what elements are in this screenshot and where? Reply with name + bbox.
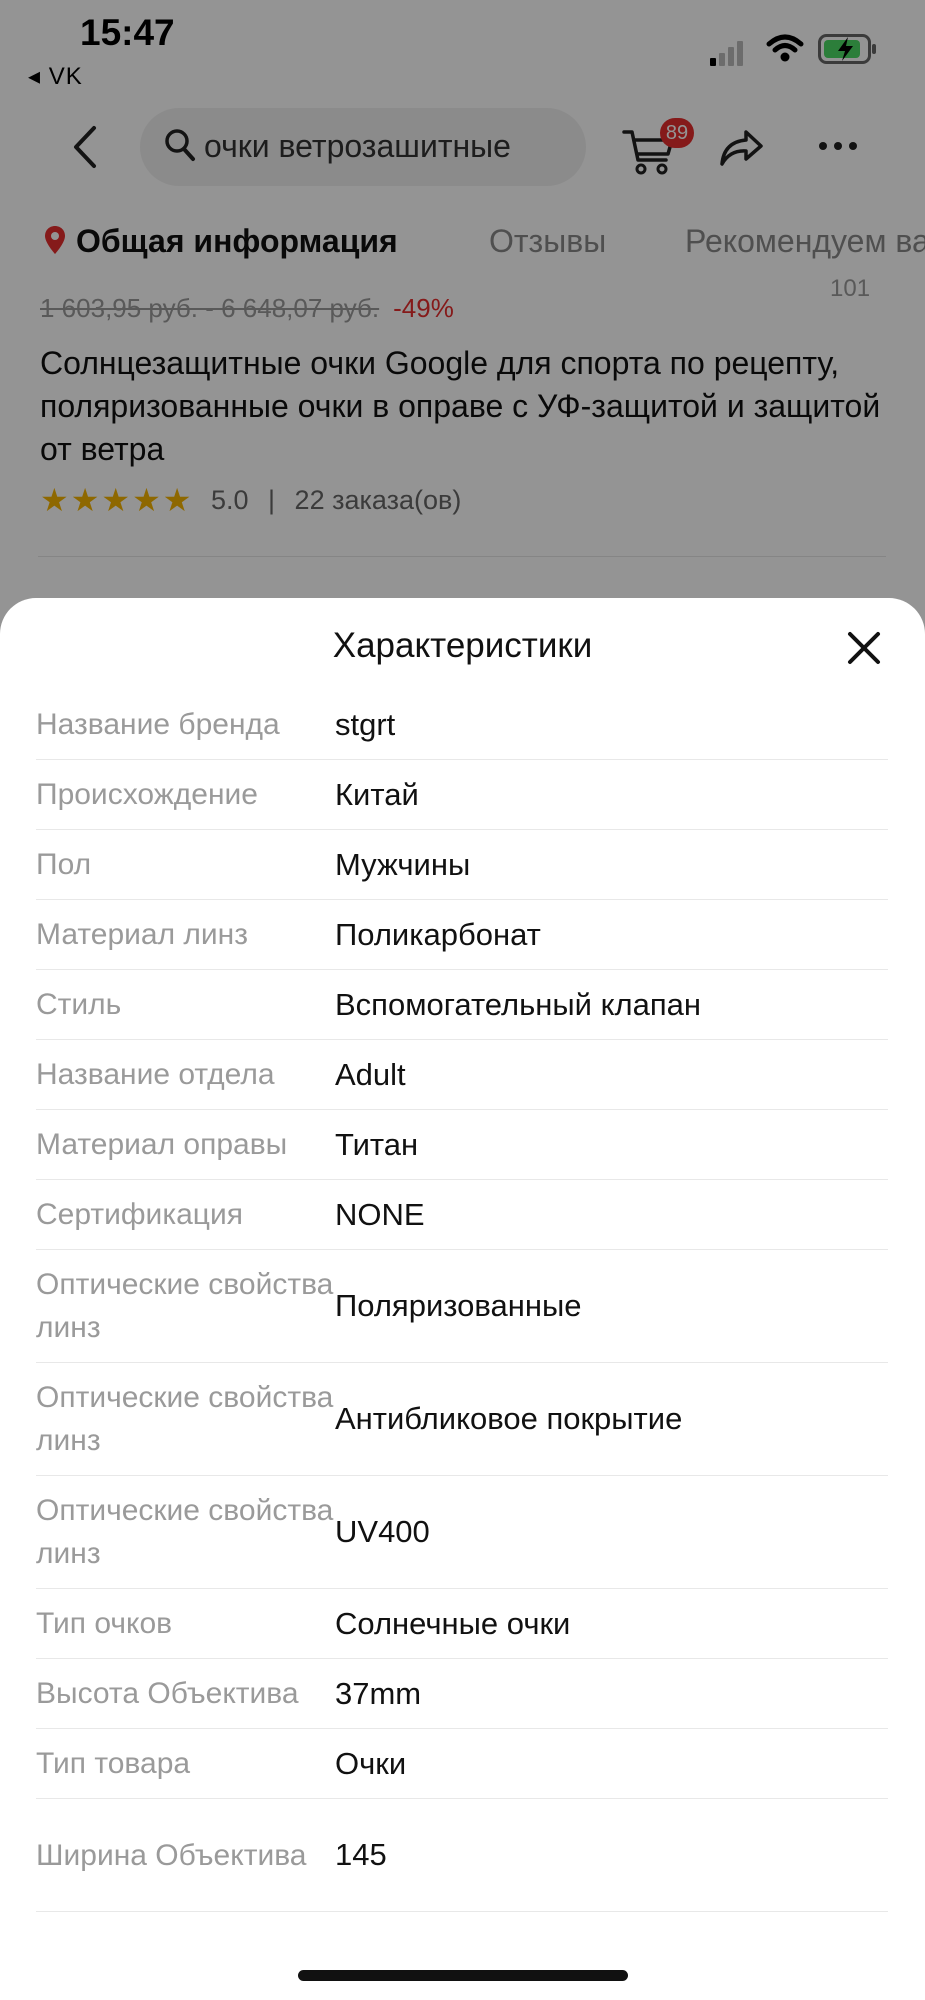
home-indicator[interactable] [298, 1970, 628, 1981]
spec-value: Титан [335, 1126, 419, 1162]
spec-row: Материал линз Поликарбонат [36, 900, 888, 970]
spec-key: Происхождение [36, 778, 258, 811]
spec-value: Adult [335, 1056, 406, 1092]
spec-value: NONE [335, 1196, 425, 1232]
spec-row: Ширина Объектива 145 [36, 1799, 888, 1912]
spec-key: Оптические свойства линз [36, 1381, 334, 1457]
spec-row: Оптические свойства линз UV400 [36, 1476, 888, 1589]
specs-list: Название бренда stgrt Происхождение Китай … [36, 690, 888, 1912]
spec-key: Название отдела [36, 1058, 275, 1091]
spec-row: Пол Мужчины [36, 830, 888, 900]
spec-row: Материал оправы Титан [36, 1110, 888, 1180]
close-icon[interactable] [844, 628, 884, 668]
spec-value: Очки [335, 1745, 407, 1781]
spec-row: Название бренда stgrt [36, 690, 888, 760]
spec-value: Китай [335, 776, 419, 812]
spec-row: Оптические свойства линз Антибликовое пок… [36, 1363, 888, 1476]
spec-value: Антибликовое покрытие [335, 1401, 683, 1436]
spec-value: stgrt [335, 706, 396, 742]
spec-row: Стиль Вспомогательный клапан [36, 970, 888, 1040]
spec-key: Высота Объектива [36, 1677, 299, 1710]
spec-row: Тип очков Солнечные очки [36, 1589, 888, 1659]
spec-key: Пол [36, 848, 92, 881]
spec-row: Тип товара Очки [36, 1729, 888, 1799]
spec-key: Тип товара [36, 1747, 191, 1780]
spec-value: Вспомогательный клапан [335, 986, 701, 1022]
spec-key: Стиль [36, 988, 122, 1021]
specs-bottom-sheet: Характеристики Название бренда stgrt Прои… [0, 598, 925, 2000]
spec-value: Поляризованные [335, 1288, 582, 1323]
spec-row: Высота Объектива 37mm [36, 1659, 888, 1729]
spec-value: Поликарбонат [335, 916, 541, 952]
spec-key: Тип очков [36, 1607, 173, 1640]
spec-key: Оптические свойства линз [36, 1494, 334, 1570]
spec-row: Оптические свойства линз Поляризованные [36, 1250, 888, 1363]
spec-key: Сертификация [36, 1198, 243, 1231]
spec-key: Материал линз [36, 918, 248, 951]
spec-key: Материал оправы [36, 1128, 288, 1161]
spec-value: UV400 [335, 1514, 430, 1549]
spec-key: Название бренда [36, 708, 280, 741]
spec-key: Ширина Объектива [36, 1838, 307, 1872]
spec-value: Мужчины [335, 846, 471, 882]
spec-row: Название отдела Adult [36, 1040, 888, 1110]
spec-key: Оптические свойства линз [36, 1268, 334, 1344]
spec-value: 37mm [335, 1675, 422, 1711]
spec-row: Сертификация NONE [36, 1180, 888, 1250]
spec-value: Солнечные очки [335, 1605, 571, 1641]
sheet-title: Характеристики [332, 626, 593, 665]
spec-row: Происхождение Китай [36, 760, 888, 830]
spec-value: 145 [335, 1837, 387, 1872]
